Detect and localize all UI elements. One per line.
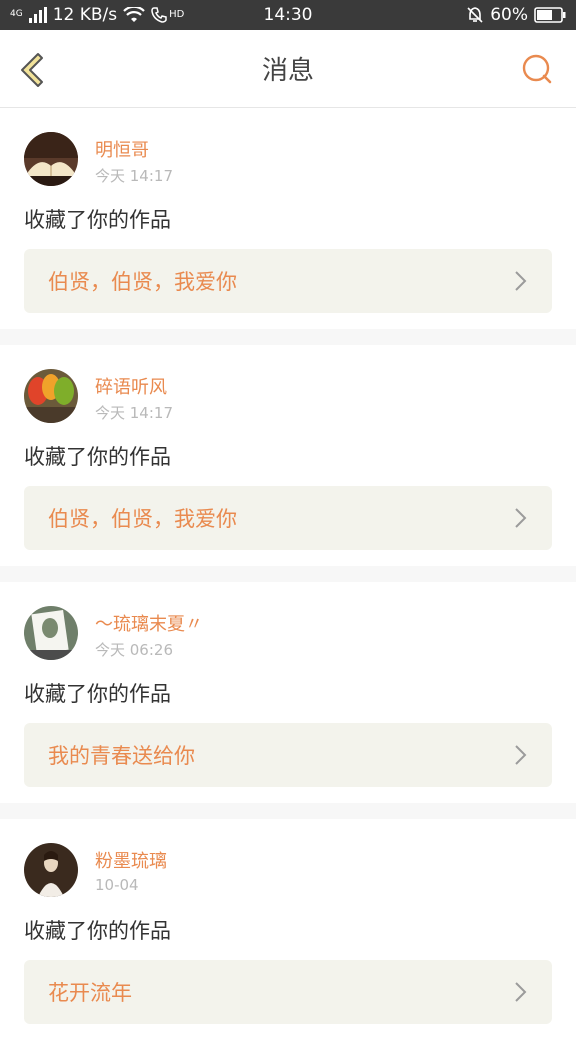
chevron-right-icon <box>515 271 527 291</box>
timestamp: 今天 14:17 <box>95 404 173 422</box>
photo-avatar-icon <box>24 606 78 660</box>
status-bar: 4G 12 KB/s HD 14:30 60% <box>0 0 576 30</box>
username[interactable]: 明恒哥 <box>95 136 149 162</box>
status-left: 4G 12 KB/s HD <box>10 5 184 25</box>
timestamp: 10-04 <box>95 876 139 894</box>
avatar[interactable] <box>24 843 78 897</box>
username[interactable]: ～琉璃末夏〃 <box>95 610 203 636</box>
work-link[interactable]: 伯贤，伯贤，我爱你 <box>24 486 552 550</box>
search-icon <box>522 54 552 84</box>
timestamp: 今天 06:26 <box>95 641 173 659</box>
work-title: 伯贤，伯贤，我爱你 <box>48 507 237 531</box>
chevron-right-icon <box>515 982 527 1002</box>
work-link[interactable]: 花开流年 <box>24 960 552 1024</box>
book-avatar-icon <box>24 132 78 186</box>
action-text: 收藏了你的作品 <box>24 208 171 232</box>
app-header: 消息 <box>0 30 576 108</box>
work-link[interactable]: 我的青春送给你 <box>24 723 552 787</box>
username[interactable]: 碎语听风 <box>95 373 167 399</box>
back-button[interactable] <box>14 50 50 90</box>
message-card: 粉墨琉璃 10-04 收藏了你的作品 花开流年 <box>0 819 576 1040</box>
search-button[interactable] <box>520 52 554 86</box>
leaves-avatar-icon <box>24 369 78 423</box>
wifi-icon <box>123 7 145 22</box>
mute-bell-icon <box>467 7 483 23</box>
hd-label: HD <box>169 9 185 20</box>
network-type: 4G <box>10 9 23 19</box>
timestamp: 今天 14:17 <box>95 167 173 185</box>
action-text: 收藏了你的作品 <box>24 919 171 943</box>
username[interactable]: 粉墨琉璃 <box>95 847 167 873</box>
chevron-right-icon <box>515 745 527 765</box>
message-card: ～琉璃末夏〃 今天 06:26 收藏了你的作品 我的青春送给你 <box>0 582 576 803</box>
battery-percent: 60% <box>490 5 528 25</box>
message-list: 明恒哥 今天 14:17 收藏了你的作品 伯贤，伯贤，我爱你 碎语听风 今天 1… <box>0 108 576 1040</box>
page-title: 消息 <box>261 56 314 86</box>
battery-icon <box>534 7 566 23</box>
avatar[interactable] <box>24 606 78 660</box>
message-card: 碎语听风 今天 14:17 收藏了你的作品 伯贤，伯贤，我爱你 <box>0 345 576 566</box>
portrait-avatar-icon <box>24 843 78 897</box>
signal-icon <box>28 7 47 23</box>
chevron-left-icon <box>21 53 43 87</box>
message-card: 明恒哥 今天 14:17 收藏了你的作品 伯贤，伯贤，我爱你 <box>0 108 576 329</box>
work-title: 我的青春送给你 <box>48 744 195 768</box>
phone-hd-icon <box>151 7 167 23</box>
chevron-right-icon <box>515 508 527 528</box>
action-text: 收藏了你的作品 <box>24 682 171 706</box>
network-speed: 12 KB/s <box>52 5 118 25</box>
work-link[interactable]: 伯贤，伯贤，我爱你 <box>24 249 552 313</box>
status-right: 60% <box>466 5 566 25</box>
action-text: 收藏了你的作品 <box>24 445 171 469</box>
work-title: 伯贤，伯贤，我爱你 <box>48 270 237 294</box>
work-title: 花开流年 <box>48 981 132 1005</box>
avatar[interactable] <box>24 132 78 186</box>
avatar[interactable] <box>24 369 78 423</box>
